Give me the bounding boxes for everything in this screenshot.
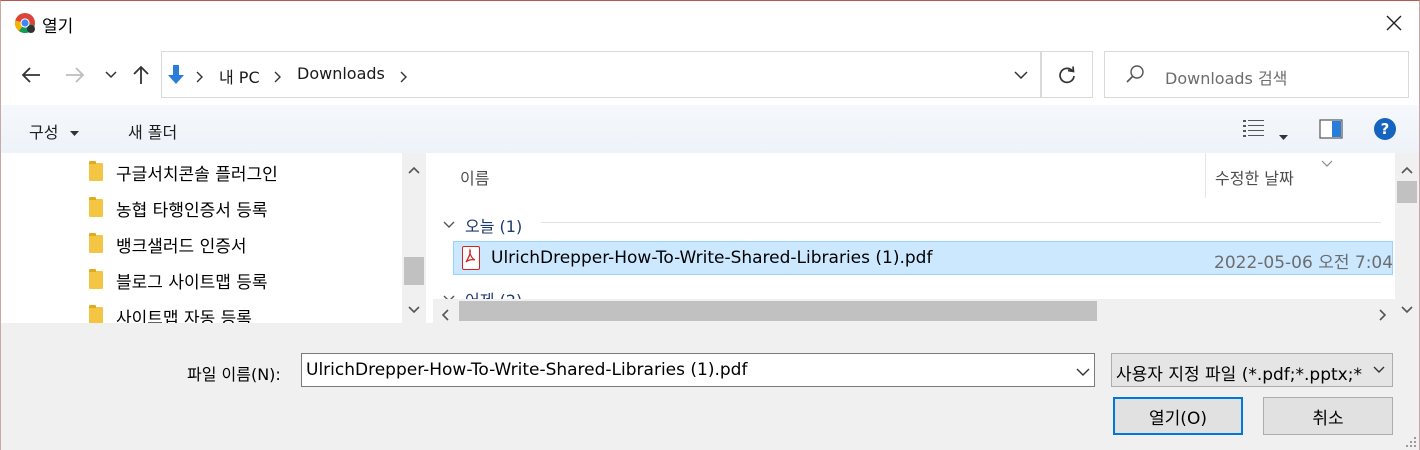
folder-icon [89,305,103,323]
chevron-down-icon [443,221,455,228]
file-list-vertical-scrollbar[interactable] [1395,153,1419,323]
new-folder-button[interactable]: 새 폴더 [128,119,177,143]
forward-arrow-icon [66,67,85,83]
tree-folder-label: 사이트맵 자동 등록 [116,308,252,324]
content-area: 구글서치콘솔 플러그인 농협 타행인증서 등록 뱅크샐러드 인증서 블로그 사이… [1,153,1419,323]
breadcrumb-this-pc[interactable]: 내 PC [219,64,260,88]
scroll-thumb[interactable] [459,301,1097,321]
pdf-icon [462,246,480,270]
close-icon [1386,15,1402,31]
up-button[interactable] [127,63,155,87]
filename-input[interactable]: UlrichDrepper-How-To-Write-Shared-Librar… [301,353,1095,387]
chevron-down-icon [1076,368,1090,376]
scroll-thumb[interactable] [404,257,424,285]
caret-down-icon [69,130,79,136]
open-file-dialog: 열기 내 PC Downloads Downloads 검색 구성 새 폴더 ?… [0,0,1420,450]
open-button[interactable]: 열기(O) [1113,397,1243,435]
group-divider [541,222,1381,223]
scroll-thumb[interactable] [1397,181,1417,203]
tree-folder-item[interactable]: 블로그 사이트맵 등록 [89,265,268,295]
resize-grip-icon[interactable] [1405,433,1417,447]
column-header-date[interactable]: 수정한 날짜 [1215,165,1294,189]
svg-text:?: ? [1381,120,1390,138]
tree-folder-label: 블로그 사이트맵 등록 [116,272,268,293]
scroll-down-button[interactable] [402,295,426,323]
window-title: 열기 [42,17,74,37]
folder-icon [89,269,103,289]
help-icon[interactable]: ? [1373,117,1397,145]
filename-label: 파일 이름(N): [187,365,281,384]
tree-folder-label: 구글서치콘솔 플러그인 [116,164,278,185]
back-arrow-icon [21,67,40,83]
breadcrumb-separator-icon [196,68,204,87]
address-bar[interactable]: 내 PC Downloads [161,51,1041,98]
dialog-footer: 파일 이름(N): UlrichDrepper-How-To-Write-Sha… [1,323,1419,450]
filetype-value: 사용자 지정 파일 (*.pdf;*.pptx;* [1116,365,1362,385]
tree-folder-item[interactable]: 사이트맵 자동 등록 [89,301,252,323]
chevron-left-icon [441,309,449,321]
file-name: UlrichDrepper-How-To-Write-Shared-Librar… [491,248,933,268]
forward-button[interactable] [61,63,89,87]
search-placeholder: Downloads 검색 [1165,69,1288,88]
close-button[interactable] [1371,1,1417,45]
scroll-down-button[interactable] [1395,295,1419,325]
recent-locations-button[interactable] [97,63,125,87]
file-list-horizontal-scrollbar[interactable] [433,299,1395,323]
folder-icon [89,197,103,217]
search-icon [1125,64,1145,88]
chevron-down-icon [1373,366,1385,373]
preview-pane-icon[interactable] [1319,119,1343,143]
details-view-icon[interactable] [1243,118,1265,144]
refresh-icon [1059,65,1075,83]
chevron-right-icon [1379,309,1387,321]
file-date: 2022-05-06 오전 7:04 [1214,253,1394,273]
view-options-caret-icon[interactable] [1279,126,1288,145]
scroll-up-button[interactable] [402,155,426,185]
refresh-button[interactable] [1041,51,1093,98]
column-divider[interactable] [1205,153,1206,198]
group-label: 오늘 (1) [465,217,523,236]
address-history-dropdown[interactable] [1002,51,1040,98]
title-bar: 열기 [1,1,1419,45]
filetype-dropdown[interactable] [1368,354,1390,386]
navigation-pane-scrollbar[interactable] [402,153,426,323]
chevron-down-icon [1014,70,1028,79]
organize-label: 구성 [29,123,59,142]
column-header-name[interactable]: 이름 [460,165,489,189]
search-box[interactable]: Downloads 검색 [1104,51,1409,98]
folder-icon [89,233,103,253]
tree-folder-label: 뱅크샐러드 인증서 [116,236,247,257]
filename-value: UlrichDrepper-How-To-Write-Shared-Librar… [306,360,748,380]
breadcrumb-separator-icon [400,68,408,87]
downloads-arrow-icon [166,63,186,91]
back-button[interactable] [17,63,45,87]
organize-menu[interactable]: 구성 [29,119,79,143]
chevron-down-icon [1401,306,1413,314]
navigation-pane: 구글서치콘솔 플러그인 농협 타행인증서 등록 뱅크샐러드 인증서 블로그 사이… [1,153,427,323]
chevron-up-icon [1401,166,1413,174]
group-header-today[interactable]: 오늘 (1) [443,213,522,237]
navigation-bar: 내 PC Downloads Downloads 검색 [1,45,1419,105]
breadcrumb-downloads[interactable]: Downloads [297,64,385,83]
breadcrumb-separator-icon [274,68,282,87]
file-row[interactable]: UlrichDrepper-How-To-Write-Shared-Librar… [453,241,1393,275]
command-bar: 구성 새 폴더 ? [1,105,1419,153]
filetype-select[interactable]: 사용자 지정 파일 (*.pdf;*.pptx;* [1111,353,1393,387]
up-arrow-icon [133,65,149,84]
tree-folder-item[interactable]: 구글서치콘솔 플러그인 [89,157,278,187]
chrome-icon [14,12,36,34]
chevron-down-icon [105,71,117,79]
cancel-button[interactable]: 취소 [1263,397,1393,435]
file-list: 이름 수정한 날짜 오늘 (1) UlrichDrepper-How-To-Wr… [433,153,1419,323]
tree-folder-item[interactable]: 농협 타행인증서 등록 [89,193,268,223]
tree-folder-item[interactable]: 뱅크샐러드 인증서 [89,229,247,259]
sort-indicator-icon [1321,153,1333,172]
folder-icon [89,161,103,181]
filename-history-dropdown[interactable] [1076,361,1090,380]
chevron-down-icon [408,306,420,314]
tree-folder-label: 농협 타행인증서 등록 [116,200,268,221]
chevron-up-icon [408,166,420,174]
